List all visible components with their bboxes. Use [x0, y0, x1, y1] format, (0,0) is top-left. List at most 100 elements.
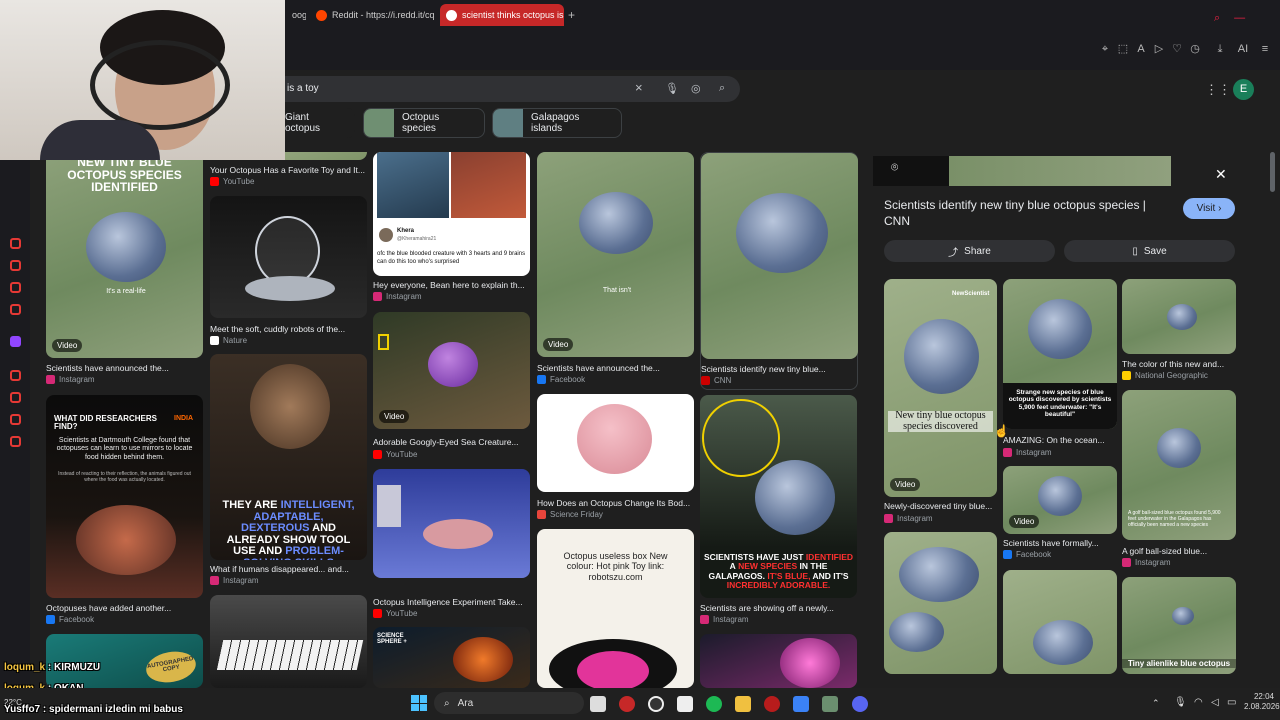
result-card[interactable]: SCIENTISTS HAVE JUST IDENTIFIED A NEW SP…	[700, 395, 857, 627]
minimize-icon[interactable]: —	[1234, 12, 1245, 24]
result-caption[interactable]: What if humans disappeared... and...	[210, 564, 367, 574]
result-card[interactable]: Octopus Intelligence Experiment Take... …	[373, 469, 530, 619]
result-caption[interactable]: Scientists identify new tiny blue...	[701, 364, 851, 374]
result-source[interactable]: Instagram	[373, 292, 422, 301]
chip-galapagos-islands[interactable]: Galapagos islands	[492, 108, 622, 138]
history-icon[interactable]: ◷	[1188, 42, 1202, 56]
save-button[interactable]: ▯ Save	[1064, 240, 1235, 262]
result-caption[interactable]: Octopus Intelligence Experiment Take...	[373, 597, 530, 607]
result-card[interactable]: SCIENCE SPHERE +	[373, 627, 530, 688]
new-tab-button[interactable]: +	[568, 8, 575, 22]
spotify-icon[interactable]	[706, 696, 722, 712]
result-source[interactable]: Nature	[210, 336, 247, 345]
close-icon[interactable]: ×	[635, 80, 643, 95]
taskbar-search[interactable]: ⌕ Ara	[434, 692, 584, 714]
related-card[interactable]	[1003, 570, 1117, 674]
folder-icon[interactable]	[735, 696, 751, 712]
result-source[interactable]: Instagram	[1122, 558, 1171, 567]
result-card[interactable]: Octopus useless box New colour: Hot pink…	[537, 529, 694, 688]
result-source[interactable]: Instagram	[1003, 448, 1052, 457]
obs-icon[interactable]	[648, 696, 664, 712]
download-icon[interactable]: ⤓	[1213, 42, 1227, 56]
app-icon[interactable]	[822, 696, 838, 712]
result-source[interactable]: CNN	[701, 376, 731, 385]
result-caption[interactable]: Scientists have announced the...	[537, 363, 694, 373]
result-caption[interactable]: Adorable Googly-Eyed Sea Creature...	[373, 437, 530, 447]
discord-icon[interactable]	[852, 696, 868, 712]
chevron-up-icon[interactable]: ⌃	[1152, 698, 1160, 709]
related-card[interactable]: A golf ball-sized blue octopus found 5,9…	[1122, 390, 1236, 570]
tab-reddit[interactable]: Reddit - https://i.redd.it/cq	[310, 4, 434, 26]
result-source[interactable]: Facebook	[46, 615, 94, 624]
rail-icon[interactable]	[10, 414, 21, 425]
result-caption[interactable]: Meet the soft, cuddly robots of the...	[210, 324, 367, 334]
related-card[interactable]: Strange new species of blue octopus disc…	[1003, 279, 1117, 459]
rail-icon[interactable]	[10, 392, 21, 403]
opera-icon[interactable]	[619, 696, 635, 712]
result-source[interactable]: Facebook	[537, 375, 585, 384]
result-source[interactable]: National Geographic	[1122, 371, 1208, 380]
result-caption[interactable]: The color of this new and...	[1122, 359, 1236, 369]
result-card[interactable]: Khera @Kheramahira21 ofc the blue bloode…	[373, 152, 530, 304]
heart-icon[interactable]: ♡	[1170, 42, 1184, 56]
result-source[interactable]: YouTube	[210, 177, 254, 186]
volume-icon[interactable]: ◁	[1211, 697, 1219, 708]
result-caption[interactable]: A golf ball-sized blue...	[1122, 546, 1236, 556]
tab-active-google-images[interactable]: scientist thinks octopus is a	[440, 4, 564, 26]
result-caption[interactable]: Scientists have announced the...	[46, 363, 203, 373]
rail-icon[interactable]	[10, 238, 21, 249]
preview-title[interactable]: Scientists identify new tiny blue octopu…	[884, 197, 1174, 229]
result-source[interactable]: Instagram	[884, 514, 933, 523]
result-card-selected[interactable]: Scientists identify new tiny blue... CNN	[700, 152, 858, 390]
result-card[interactable]: NEW TINY BLUE OCTOPUS SPECIES IDENTIFIED…	[46, 152, 203, 390]
related-card[interactable]: Tiny alienlike blue octopus	[1122, 577, 1236, 674]
result-source[interactable]: Science Friday	[537, 510, 603, 519]
task-view-icon[interactable]	[590, 696, 606, 712]
scrollbar[interactable]	[1270, 152, 1275, 192]
result-source[interactable]: YouTube	[373, 450, 417, 459]
result-card[interactable]: WHAT DID RESEARCHERS FIND? INDIA Scienti…	[46, 395, 203, 627]
wifi-icon[interactable]: ◠	[1194, 697, 1203, 708]
play-icon[interactable]: ▷	[1152, 42, 1166, 56]
result-caption[interactable]: Hey everyone, Bean here to explain th...	[373, 280, 530, 290]
related-card[interactable]: Video Scientists have formally... Facebo…	[1003, 466, 1117, 562]
related-card[interactable]: NewScientist New tiny blue octopus speci…	[884, 279, 997, 525]
visit-button[interactable]: Visit ›	[1183, 198, 1235, 219]
related-card[interactable]: The color of this new and... National Ge…	[1122, 279, 1236, 383]
rail-icon[interactable]	[10, 282, 21, 293]
app-icon[interactable]	[764, 696, 780, 712]
rail-icon[interactable]	[10, 370, 21, 381]
clock[interactable]: 22:04 2.08.2026	[1244, 692, 1280, 713]
search-icon[interactable]: ⌕	[719, 82, 725, 95]
result-source[interactable]: Instagram	[210, 576, 259, 585]
result-source[interactable]: Facebook	[1003, 550, 1051, 559]
screenshot-icon[interactable]: ⬚	[1116, 42, 1130, 56]
result-card[interactable]: Meet the soft, cuddly robots of the... N…	[210, 196, 367, 346]
mic-icon[interactable]: 🎙	[665, 82, 679, 95]
search-tabs-icon[interactable]: ⌕	[1214, 12, 1220, 24]
result-card[interactable]	[210, 595, 367, 688]
lens-icon[interactable]: ◎	[691, 82, 701, 95]
menu-icon[interactable]: ≡	[1258, 42, 1272, 56]
avatar[interactable]: E	[1233, 79, 1254, 100]
store-icon[interactable]	[677, 696, 693, 712]
rail-icon[interactable]	[10, 260, 21, 271]
result-card[interactable]	[700, 634, 857, 688]
result-source[interactable]: YouTube	[373, 609, 417, 618]
result-caption[interactable]: Scientists have formally...	[1003, 538, 1117, 548]
lens-icon[interactable]: ⌾	[891, 160, 898, 175]
twitch-icon[interactable]	[10, 336, 21, 347]
result-source[interactable]: Instagram	[700, 615, 749, 624]
result-caption[interactable]: Newly-discovered tiny blue...	[884, 501, 997, 511]
result-caption[interactable]: Scientists are showing off a newly...	[700, 603, 857, 613]
result-card[interactable]: That isn't Video Scientists have announc…	[537, 152, 694, 384]
translate-icon[interactable]: A	[1134, 42, 1148, 56]
chip-octopus-species[interactable]: Octopus species	[363, 108, 485, 138]
windows-start-icon[interactable]	[411, 695, 427, 711]
gear-icon[interactable]	[10, 436, 21, 447]
preview-image[interactable]	[949, 156, 1171, 186]
result-card[interactable]: AUTOGRAPHED COPY	[46, 634, 203, 688]
rail-icon[interactable]	[10, 304, 21, 315]
share-button[interactable]: ⤴ Share	[884, 240, 1055, 262]
result-caption[interactable]: AMAZING: On the ocean...	[1003, 435, 1117, 445]
